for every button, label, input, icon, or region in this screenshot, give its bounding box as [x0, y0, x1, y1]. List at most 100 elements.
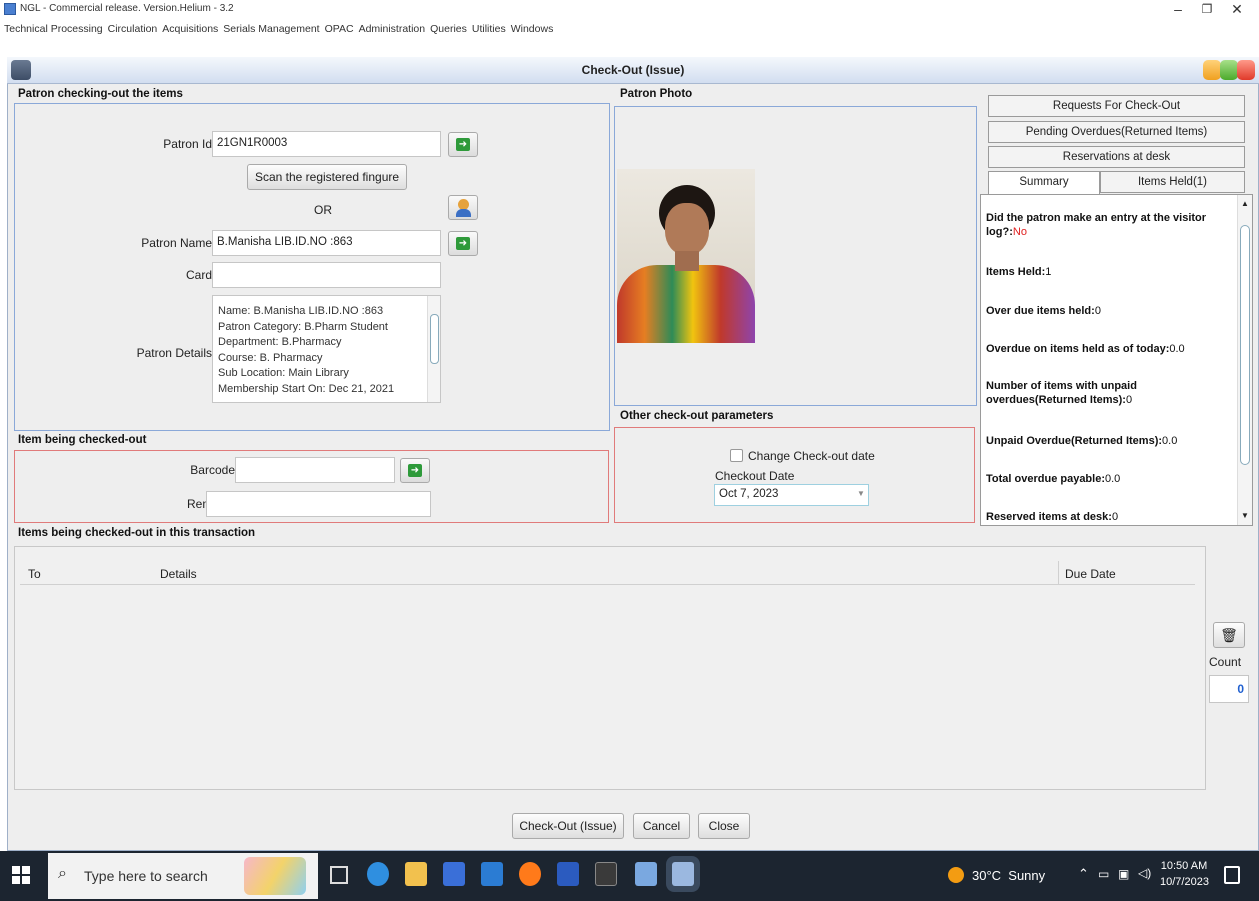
card-label: Card	[185, 268, 212, 282]
total-payable-text: Total overdue payable:0.0	[986, 473, 1121, 485]
app-title-bar: NGL - Commercial release. Version.Helium…	[0, 0, 1259, 18]
reserved-items-text: Reserved items at desk:0	[986, 511, 1119, 523]
patron-name-label: Patron Name	[141, 236, 212, 250]
menu-opac[interactable]: OPAC	[325, 23, 354, 35]
maximize-icon[interactable]: ❐	[1192, 0, 1222, 18]
change-date-checkbox[interactable]	[730, 449, 743, 462]
arrow-right-icon: ➜	[456, 138, 470, 151]
word-icon[interactable]	[557, 862, 579, 886]
patron-details-label: Patron Details	[136, 346, 212, 360]
remarks-input[interactable]	[206, 491, 431, 517]
chevron-down-icon[interactable]: ▼	[857, 489, 865, 498]
java-app-taskbar-icon[interactable]	[635, 862, 657, 886]
column-to[interactable]: To	[28, 567, 41, 581]
window-minimize-icon[interactable]	[1203, 60, 1221, 80]
arrow-right-icon: ➜	[408, 464, 422, 477]
scan-fingerprint-button[interactable]: Scan the registered fingure	[247, 164, 407, 190]
close-icon[interactable]: ✕	[1222, 0, 1252, 18]
count-label: Count	[1209, 655, 1242, 669]
menu-technical-processing[interactable]: Technical Processing	[4, 23, 103, 35]
params-panel	[614, 427, 975, 523]
barcode-go-button[interactable]: ➜	[400, 458, 430, 483]
store-icon[interactable]	[443, 862, 465, 886]
scroll-up-icon[interactable]: ▲	[1241, 199, 1249, 208]
search-icon: ⌕	[58, 865, 67, 882]
menu-administration[interactable]: Administration	[359, 23, 426, 35]
edge-icon[interactable]	[367, 862, 389, 886]
clock-time[interactable]: 10:50 AM	[1160, 860, 1208, 872]
details-scrollbar[interactable]	[427, 296, 440, 402]
summary-scrollbar[interactable]: ▲ ▼	[1237, 195, 1252, 525]
minimize-icon[interactable]: –	[1163, 0, 1193, 18]
task-view-icon[interactable]	[330, 866, 348, 884]
overdue-today-text: Overdue on items held as of today:0.0	[986, 343, 1185, 355]
tab-pending-overdues[interactable]: Pending Overdues(Returned Items)	[988, 121, 1245, 143]
count-value: 0	[1209, 675, 1249, 703]
volume-icon[interactable]: ◁)	[1138, 866, 1151, 880]
menu-queries[interactable]: Queries	[430, 23, 467, 35]
window-maximize-icon[interactable]	[1220, 60, 1238, 80]
patron-id-go-button[interactable]: ➜	[448, 132, 478, 157]
details-line: Name: B.Manisha LIB.ID.NO :863	[218, 305, 384, 317]
search-placeholder: Type here to search	[84, 868, 208, 884]
menu-utilities[interactable]: Utilities	[472, 23, 506, 35]
patron-name-go-button[interactable]: ➜	[448, 231, 478, 256]
item-section-title: Item being checked-out	[18, 434, 147, 446]
window-close-icon[interactable]	[1237, 60, 1255, 80]
patron-id-label: Patron Id	[163, 137, 212, 151]
items-held-text: Items Held:1	[986, 266, 1052, 278]
barcode-input[interactable]	[235, 457, 395, 483]
patron-id-input[interactable]: 21GN1R0003	[212, 131, 441, 157]
battery-icon[interactable]: ▭	[1098, 867, 1109, 881]
scrollbar-thumb[interactable]	[430, 314, 439, 364]
taskbar-search-box[interactable]: ⌕ Type here to search	[48, 853, 318, 899]
cancel-button[interactable]: Cancel	[633, 813, 690, 839]
card-input[interactable]	[212, 262, 441, 288]
close-button[interactable]: Close	[698, 813, 750, 839]
file-explorer-icon[interactable]	[405, 862, 427, 886]
tab-items-held[interactable]: Items Held(1)	[1100, 171, 1245, 193]
search-highlight-icon	[244, 857, 306, 895]
terminal-icon[interactable]	[595, 862, 617, 886]
java-app-icon	[4, 3, 16, 15]
windows-start-icon[interactable]	[12, 866, 30, 884]
window-title: Check-Out (Issue)	[581, 63, 685, 77]
details-line: Membership Start On: Dec 21, 2021	[218, 382, 395, 395]
mail-icon[interactable]	[481, 862, 503, 886]
scroll-down-icon[interactable]: ▼	[1241, 511, 1249, 520]
notifications-icon[interactable]	[1224, 866, 1240, 884]
weather-sun-icon	[948, 867, 964, 883]
visitor-log-text: Did the patron make an entry at the visi…	[986, 212, 1207, 238]
firefox-icon[interactable]	[519, 862, 541, 886]
java-app-active-taskbar-icon[interactable]	[672, 862, 694, 886]
tab-reservations-at-desk[interactable]: Reservations at desk	[988, 146, 1245, 168]
transaction-section-title: Items being checked-out in this transact…	[18, 527, 256, 539]
patron-search-button[interactable]	[448, 195, 478, 220]
clock-date[interactable]: 10/7/2023	[1160, 876, 1209, 888]
menu-acquisitions[interactable]: Acquisitions	[162, 23, 218, 35]
checkout-date-picker[interactable]: Oct 7, 2023	[714, 484, 869, 506]
arrow-right-icon: ➜	[456, 237, 470, 250]
tab-requests-for-checkout[interactable]: Requests For Check-Out	[988, 95, 1245, 117]
params-section-title: Other check-out parameters	[620, 410, 774, 422]
scrollbar-thumb[interactable]	[1240, 225, 1250, 465]
weather-text[interactable]: 30°C Sunny	[972, 868, 1045, 883]
menu-windows[interactable]: Windows	[511, 23, 554, 35]
or-text: OR	[314, 203, 332, 217]
checkout-issue-button[interactable]: Check-Out (Issue)	[512, 813, 624, 839]
details-line: Department: B.Pharmacy	[218, 336, 342, 348]
menu-circulation[interactable]: Circulation	[108, 23, 158, 35]
column-due-date[interactable]: Due Date	[1065, 567, 1116, 581]
tab-summary[interactable]: Summary	[988, 171, 1100, 195]
delete-row-button[interactable]: 🗑	[1213, 622, 1245, 648]
column-details[interactable]: Details	[160, 567, 197, 581]
checkout-date-label: Checkout Date	[715, 469, 795, 483]
menu-serials-management[interactable]: Serials Management	[223, 23, 319, 35]
network-icon[interactable]: ▣	[1118, 867, 1129, 881]
patron-photo	[617, 169, 755, 343]
patron-name-input[interactable]: B.Manisha LIB.ID.NO :863	[212, 230, 441, 256]
unpaid-count-text: Number of items with unpaid overdues(Ret…	[986, 380, 1137, 406]
patron-details-textarea[interactable]: Name: B.Manisha LIB.ID.NO :863 Patron Ca…	[212, 295, 441, 403]
details-line: Sub Location: Main Library	[218, 367, 349, 379]
chevron-up-icon[interactable]: ⌃	[1078, 866, 1089, 882]
